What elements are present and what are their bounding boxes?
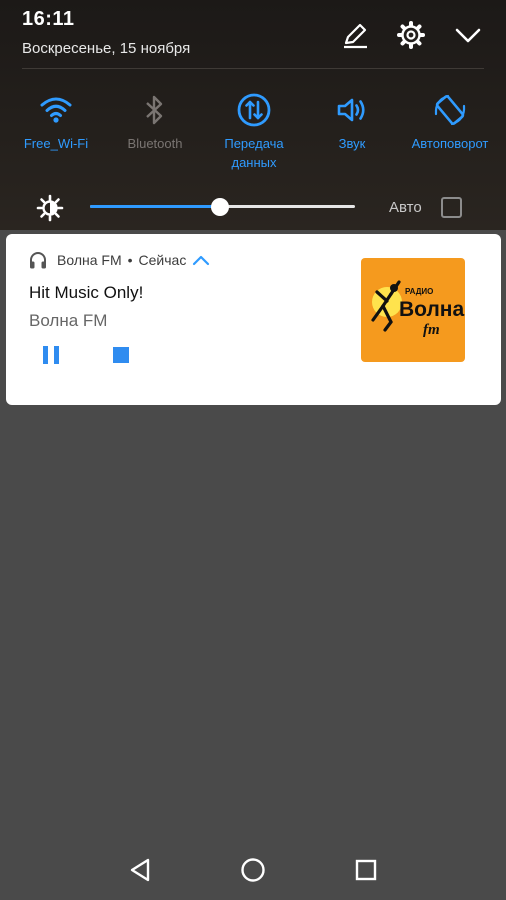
edit-icon[interactable] <box>340 20 370 50</box>
toggle-wifi-label: Free_Wi-Fi <box>23 136 89 151</box>
header-divider <box>22 68 484 69</box>
headphones-icon <box>30 252 46 269</box>
logo-top-text: РАДИО <box>405 287 433 296</box>
toggle-sound[interactable]: Звук <box>302 92 402 153</box>
logo-suffix-text: fm <box>423 322 440 338</box>
station-logo: РАДИО Волна fm <box>361 258 465 362</box>
notification-separator: • <box>127 252 133 268</box>
auto-brightness-label: Авто <box>389 199 422 216</box>
auto-rotate-icon <box>434 94 466 126</box>
brightness-slider[interactable] <box>90 198 355 216</box>
mobile-data-icon <box>237 93 271 127</box>
toggle-sound-label: Звук <box>338 136 366 151</box>
toggle-bluetooth[interactable]: Bluetooth <box>105 92 205 153</box>
brightness-row: Авто <box>0 190 506 224</box>
brightness-icon <box>36 194 64 222</box>
toggle-wifi[interactable]: Free_Wi-Fi <box>6 92 106 153</box>
status-date: Воскресенье, 15 ноября <box>22 40 191 57</box>
collapse-chevron-icon[interactable] <box>453 20 483 50</box>
navigation-bar <box>0 842 506 900</box>
status-time: 16:11 <box>22 8 75 30</box>
notification-shade: 16:11 Воскресенье, 15 ноября Free_Wi-Fi … <box>0 0 506 230</box>
toggle-mobile-data-label: Передача данных <box>224 136 284 170</box>
toggle-mobile-data[interactable]: Передача данных <box>204 92 304 172</box>
stop-icon[interactable] <box>112 346 130 364</box>
notification-app-name: Волна FM <box>57 252 122 268</box>
wifi-icon <box>40 97 72 123</box>
pause-icon[interactable] <box>41 345 61 365</box>
media-notification[interactable]: Волна FM • Сейчас Hit Music Only! Волна … <box>6 234 501 405</box>
station-logo-art: РАДИО Волна fm <box>371 280 464 338</box>
station-name: Волна FM <box>29 311 108 330</box>
brightness-thumb[interactable] <box>210 198 229 216</box>
notification-time: Сейчас <box>138 252 187 268</box>
bluetooth-icon <box>146 95 163 125</box>
back-icon[interactable] <box>127 856 155 884</box>
auto-brightness-checkbox[interactable] <box>441 197 462 218</box>
recents-icon[interactable] <box>352 856 380 884</box>
track-title: Hit Music Only! <box>29 283 144 302</box>
toggle-auto-rotate-label: Автоповорот <box>411 136 489 151</box>
notification-header: Волна FM • Сейчас <box>28 250 211 270</box>
home-icon[interactable] <box>239 856 267 884</box>
expand-chevron-up-icon[interactable] <box>191 253 211 267</box>
brightness-fill <box>90 205 220 208</box>
speaker-icon <box>337 98 365 122</box>
toggle-auto-rotate[interactable]: Автоповорот <box>400 92 500 153</box>
settings-gear-icon[interactable] <box>396 20 426 50</box>
toggle-bluetooth-label: Bluetooth <box>127 136 183 151</box>
logo-main-text: Волна <box>399 298 464 321</box>
